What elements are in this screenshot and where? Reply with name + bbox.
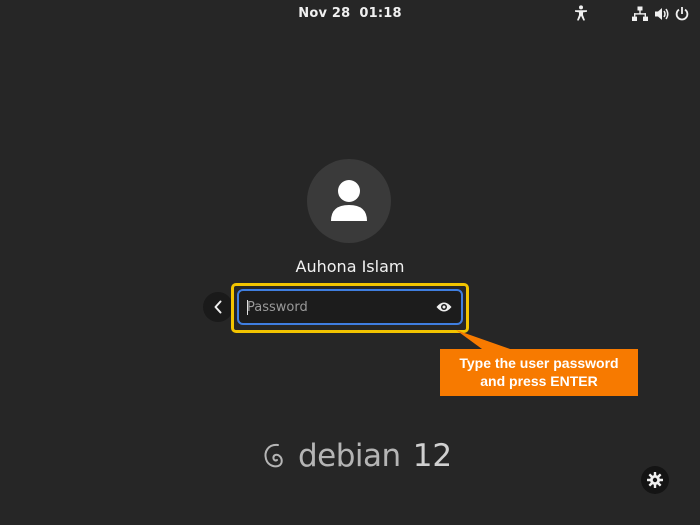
debian-version: 12 xyxy=(412,438,453,474)
user-icon xyxy=(331,180,367,221)
clock-date: Nov 28 xyxy=(298,6,351,21)
back-button[interactable] xyxy=(203,292,233,322)
debian-logo: debian 12 xyxy=(262,436,452,476)
clock-time: 01:18 xyxy=(359,6,402,21)
chevron-left-icon xyxy=(214,300,222,314)
debian-swirl-icon xyxy=(264,443,283,468)
gear-icon xyxy=(647,472,663,488)
debian-wordmark: debian xyxy=(298,438,401,474)
callout-line-2: and press ENTER xyxy=(480,373,598,389)
eye-icon xyxy=(436,302,452,312)
clock[interactable]: Nov 28 01:18 xyxy=(0,6,700,21)
volume-icon xyxy=(654,6,670,22)
top-bar: Nov 28 01:18 xyxy=(0,0,700,28)
callout-line-1: Type the user password xyxy=(459,355,619,371)
accessibility-icon[interactable] xyxy=(574,5,588,25)
settings-button[interactable] xyxy=(641,466,669,494)
annotation-callout: Type the user password and press ENTER xyxy=(440,349,638,396)
user-avatar xyxy=(307,159,391,243)
user-name: Auhona Islam xyxy=(295,257,405,276)
password-input[interactable] xyxy=(247,291,427,323)
login-screen: Nov 28 01:18 Auhona Islam Type the user … xyxy=(0,0,700,525)
password-field[interactable] xyxy=(237,289,463,325)
show-password-button[interactable] xyxy=(435,298,453,316)
power-icon xyxy=(674,6,690,22)
network-wired-icon xyxy=(632,6,648,22)
system-status-area[interactable] xyxy=(632,5,690,23)
